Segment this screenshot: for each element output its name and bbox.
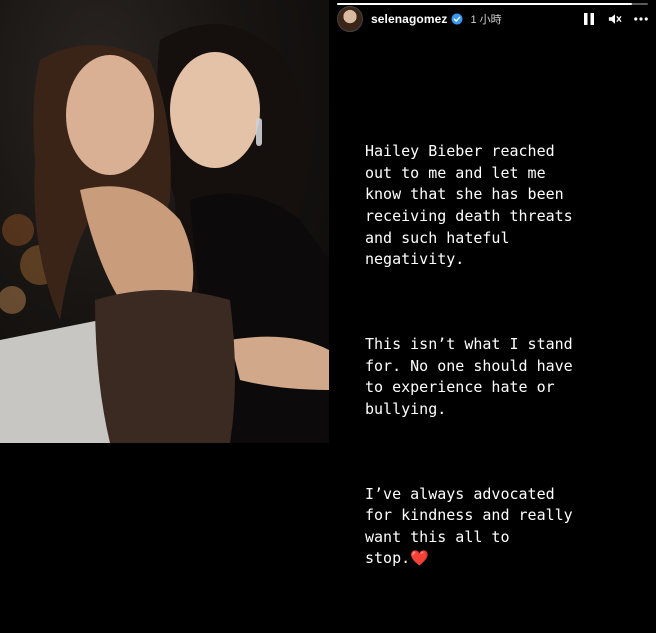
username[interactable]: selenagomez bbox=[371, 12, 447, 26]
story-progress-fill bbox=[337, 3, 633, 5]
story-text: Hailey Bieber reached out to me and let … bbox=[365, 98, 655, 633]
more-options-icon bbox=[634, 17, 648, 21]
story-controls bbox=[582, 12, 648, 26]
pause-icon bbox=[584, 13, 594, 25]
story-header: selenagomez 1 小時 bbox=[337, 6, 648, 32]
heart-emoji: ❤️ bbox=[410, 549, 429, 568]
photo-two-women bbox=[0, 0, 329, 443]
muted-speaker-icon bbox=[608, 14, 622, 24]
pause-button[interactable] bbox=[582, 12, 596, 26]
avatar[interactable] bbox=[337, 6, 363, 32]
mute-button[interactable] bbox=[608, 12, 622, 26]
screenshot: selenagomez 1 小時 Hailey Bieber reached o… bbox=[0, 0, 656, 567]
verified-badge-icon bbox=[451, 13, 463, 25]
photo-illustration bbox=[0, 24, 329, 443]
story-paragraph-3: I’ve always advocated for kindness and r… bbox=[365, 484, 655, 570]
story-paragraph-3-text: I’ve always advocated for kindness and r… bbox=[365, 484, 573, 568]
more-options-button[interactable] bbox=[634, 12, 648, 26]
story-paragraph-2: This isn’t what I stand for. No one shou… bbox=[365, 334, 573, 418]
story-panel: selenagomez 1 小時 Hailey Bieber reached o… bbox=[329, 0, 656, 567]
story-paragraph-1: Hailey Bieber reached out to me and let … bbox=[365, 142, 573, 269]
story-progress-bar bbox=[337, 3, 648, 5]
time-posted: 1 小時 bbox=[470, 14, 502, 26]
